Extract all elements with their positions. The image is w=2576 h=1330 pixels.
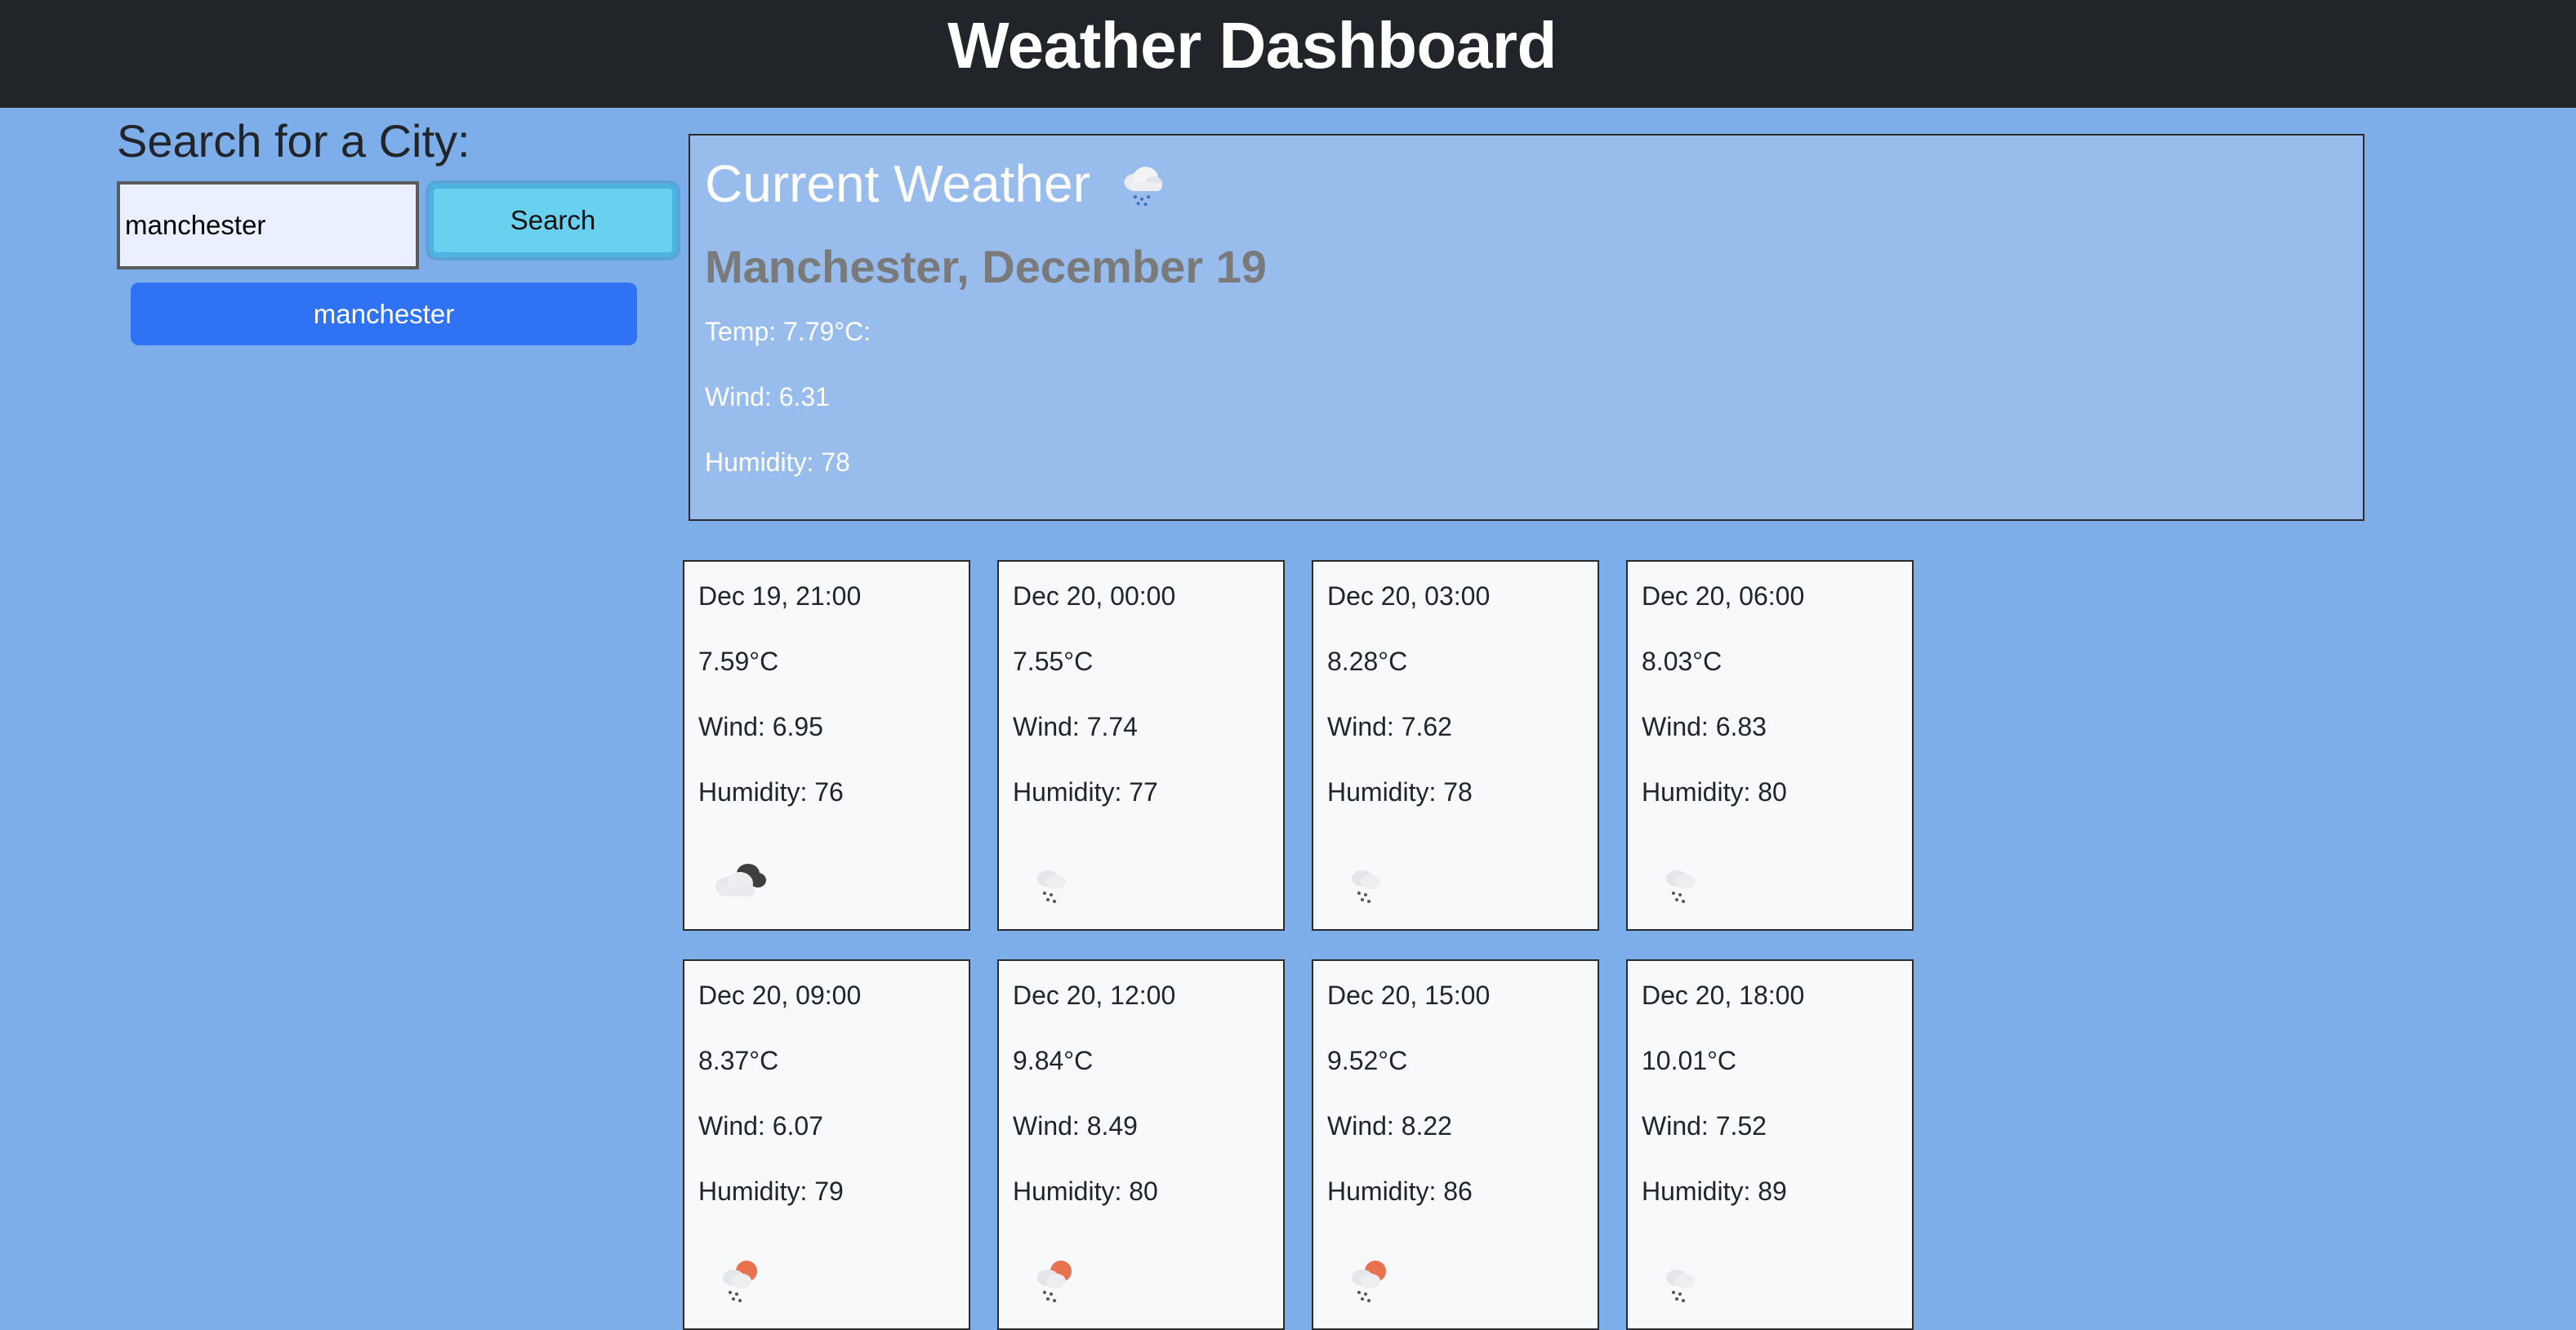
forecast-wind: Wind: 7.52 — [1642, 1111, 1767, 1141]
forecast-temp: 7.59°C — [698, 647, 779, 676]
forecast-temp: 8.37°C — [698, 1046, 779, 1075]
forecast-wind: Wind: 7.62 — [1327, 712, 1452, 741]
forecast-datetime: Dec 20, 12:00 — [1013, 981, 1176, 1010]
forecast-datetime: Dec 20, 03:00 — [1327, 581, 1491, 611]
current-city-date: Manchester, December 19 — [705, 241, 1267, 292]
forecast-humidity: Humidity: 76 — [698, 777, 844, 807]
forecast-card: Dec 20, 00:00 7.55°C Wind: 7.74 Humidity… — [997, 560, 1285, 931]
forecast-card: Dec 20, 09:00 8.37°C Wind: 6.07 Humidity… — [683, 959, 970, 1330]
current-weather-title-row: Current Weather — [705, 153, 1172, 214]
forecast-humidity: Humidity: 79 — [698, 1177, 844, 1206]
forecast-temp: 8.28°C — [1327, 647, 1408, 676]
rain-day-icon — [723, 1261, 757, 1302]
forecast-humidity: Humidity: 89 — [1642, 1177, 1787, 1206]
broken-clouds-icon — [715, 864, 766, 896]
app-header: Weather Dashboard — [0, 0, 2576, 108]
rain-night-icon — [1666, 1261, 1696, 1302]
forecast-card: Dec 20, 03:00 8.28°C Wind: 7.62 Humidity… — [1312, 560, 1599, 931]
page-title: Weather Dashboard — [947, 9, 1557, 82]
forecast-wind: Wind: 6.07 — [698, 1111, 823, 1141]
rain-day-icon — [1352, 1261, 1386, 1302]
forecast-card: Dec 20, 15:00 9.52°C Wind: 8.22 Humidity… — [1312, 959, 1599, 1330]
search-heading: Search for a City: — [117, 115, 470, 167]
forecast-card: Dec 20, 12:00 9.84°C Wind: 8.49 Humidity… — [997, 959, 1285, 1330]
forecast-humidity: Humidity: 86 — [1327, 1177, 1473, 1206]
forecast-humidity: Humidity: 78 — [1327, 777, 1473, 807]
forecast-datetime: Dec 20, 00:00 — [1013, 581, 1176, 611]
forecast-wind: Wind: 8.22 — [1327, 1111, 1452, 1141]
forecast-wind: Wind: 6.83 — [1642, 712, 1767, 741]
forecast-temp: 9.52°C — [1327, 1046, 1408, 1075]
current-humidity: Humidity: 78 — [705, 447, 850, 477]
rain-night-icon — [1666, 862, 1696, 903]
current-weather-panel: Current Weather Manchester, December 19 … — [689, 134, 2364, 521]
city-search-input[interactable] — [117, 181, 419, 269]
history-city-button[interactable]: manchester — [131, 282, 637, 345]
forecast-datetime: Dec 20, 18:00 — [1642, 981, 1805, 1010]
current-weather-heading: Current Weather — [705, 154, 1090, 213]
forecast-humidity: Humidity: 80 — [1642, 777, 1787, 807]
forecast-wind: Wind: 8.49 — [1013, 1111, 1138, 1141]
forecast-temp: 7.55°C — [1013, 647, 1094, 676]
forecast-datetime: Dec 19, 21:00 — [698, 581, 862, 611]
forecast-temp: 10.01°C — [1642, 1046, 1736, 1075]
rain-night-icon — [1037, 862, 1067, 903]
forecast-wind: Wind: 7.74 — [1013, 712, 1138, 741]
forecast-datetime: Dec 20, 15:00 — [1327, 981, 1491, 1010]
forecast-temp: 9.84°C — [1013, 1046, 1094, 1075]
rain-night-icon — [1352, 862, 1382, 903]
forecast-wind: Wind: 6.95 — [698, 712, 823, 741]
forecast-card: Dec 19, 21:00 7.59°C Wind: 6.95 Humidity… — [683, 560, 970, 931]
forecast-humidity: Humidity: 80 — [1013, 1177, 1158, 1206]
forecast-datetime: Dec 20, 09:00 — [698, 981, 862, 1010]
forecast-card: Dec 20, 18:00 10.01°C Wind: 7.52 Humidit… — [1626, 959, 1914, 1330]
forecast-datetime: Dec 20, 06:00 — [1642, 581, 1805, 611]
rain-day-icon — [1037, 1261, 1072, 1302]
forecast-humidity: Humidity: 77 — [1013, 777, 1158, 807]
current-wind: Wind: 6.31 — [705, 382, 830, 411]
current-temp: Temp: 7.79°C: — [705, 317, 871, 346]
search-button[interactable]: Search — [429, 184, 677, 257]
cloud-rain-icon — [1124, 167, 1163, 207]
forecast-temp: 8.03°C — [1642, 647, 1723, 676]
forecast-card: Dec 20, 06:00 8.03°C Wind: 6.83 Humidity… — [1626, 560, 1914, 931]
